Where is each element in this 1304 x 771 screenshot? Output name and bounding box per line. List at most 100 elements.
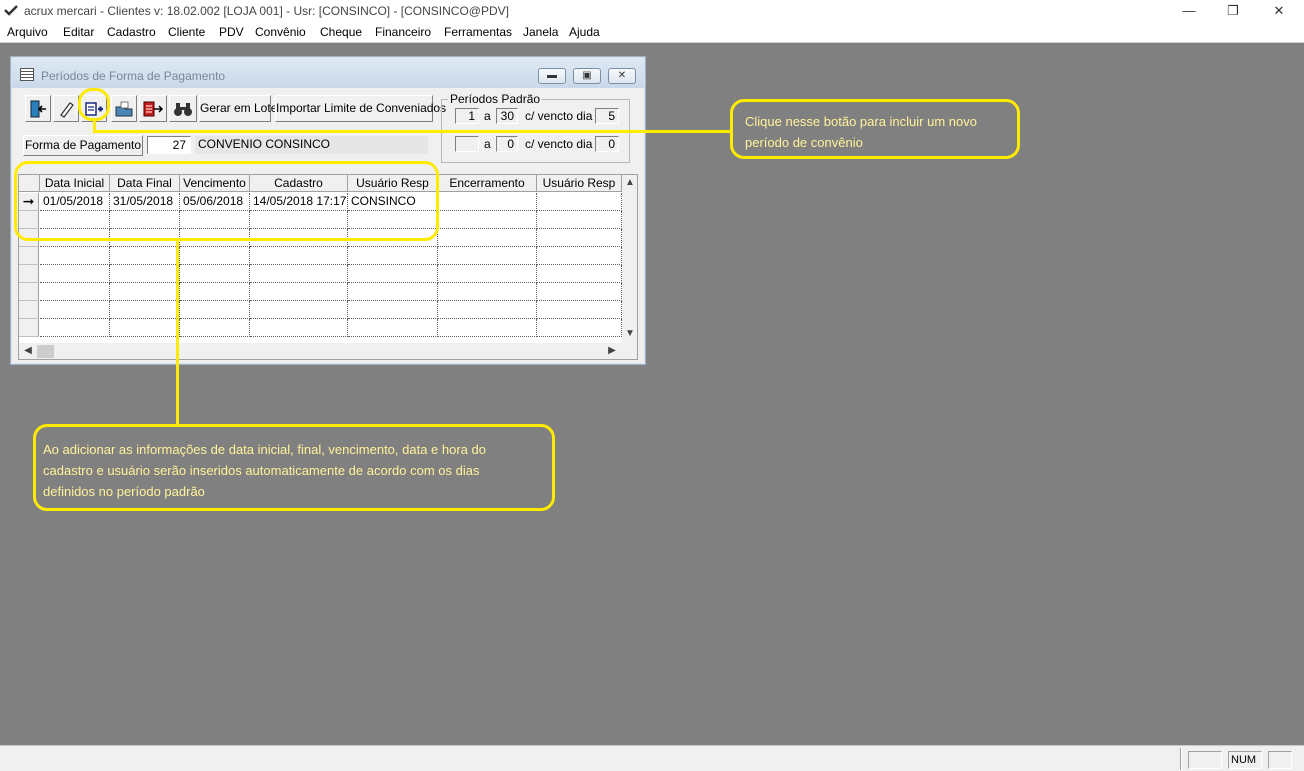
padrao-start-2[interactable] bbox=[455, 136, 479, 152]
gerar-em-lote-button[interactable]: Gerar em Lote bbox=[199, 95, 277, 122]
grid-cell[interactable] bbox=[250, 283, 348, 301]
importar-limite-button[interactable]: Importar Limite de Conveniados bbox=[275, 95, 446, 122]
grid-cell[interactable] bbox=[537, 283, 622, 301]
forma-pagamento-code[interactable]: 27 bbox=[147, 136, 191, 154]
menu-ajuda[interactable]: Ajuda bbox=[569, 25, 600, 39]
periodos-padrao-label: Períodos Padrão bbox=[448, 92, 543, 106]
grid-cell[interactable] bbox=[438, 301, 537, 319]
grid-cell[interactable] bbox=[348, 265, 438, 283]
child-restore-button[interactable]: ▣ bbox=[573, 68, 601, 84]
row-indicator[interactable] bbox=[19, 319, 39, 337]
menu-convenio[interactable]: Convênio bbox=[255, 25, 306, 39]
open-folder-button[interactable] bbox=[111, 95, 137, 122]
menu-cheque[interactable]: Cheque bbox=[320, 25, 362, 39]
menu-arquivo[interactable]: Arquivo bbox=[7, 25, 48, 39]
grid-cell[interactable] bbox=[110, 247, 180, 265]
menu-financeiro[interactable]: Financeiro bbox=[375, 25, 431, 39]
col-encerramento[interactable]: Encerramento bbox=[438, 175, 537, 192]
menu-cliente[interactable]: Cliente bbox=[168, 25, 205, 39]
grid-cell[interactable] bbox=[180, 319, 250, 337]
grid-cell[interactable] bbox=[40, 247, 110, 265]
scroll-down-icon[interactable]: ▼ bbox=[623, 327, 637, 341]
menu-editar[interactable]: Editar bbox=[63, 25, 94, 39]
grid-cell[interactable] bbox=[180, 247, 250, 265]
padrao-sep-1: a bbox=[484, 109, 491, 123]
grid-cell[interactable] bbox=[438, 319, 537, 337]
scroll-up-icon[interactable]: ▲ bbox=[623, 176, 637, 190]
grid-cell[interactable] bbox=[438, 265, 537, 283]
grid-cell[interactable] bbox=[537, 265, 622, 283]
grid-cell[interactable] bbox=[110, 265, 180, 283]
grid-cell[interactable] bbox=[537, 319, 622, 337]
callout-top: Clique nesse botão para incluir um novo … bbox=[730, 99, 1020, 159]
menu-janela[interactable]: Janela bbox=[523, 25, 558, 39]
grid-cell[interactable] bbox=[110, 283, 180, 301]
app-titlebar: acrux mercari - Clientes v: 18.02.002 [L… bbox=[0, 0, 1304, 23]
close-icon[interactable]: ✕ bbox=[1268, 2, 1290, 20]
padrao-sep-2: a bbox=[484, 137, 491, 151]
maximize-icon[interactable]: ❐ bbox=[1222, 2, 1244, 20]
grid-cell[interactable] bbox=[537, 229, 622, 247]
forma-pagamento-button[interactable]: Forma de Pagamento bbox=[23, 135, 143, 156]
grid-cell[interactable] bbox=[250, 301, 348, 319]
row-indicator[interactable] bbox=[19, 283, 39, 301]
connector-bottom bbox=[176, 241, 179, 425]
export-button[interactable] bbox=[139, 95, 167, 122]
vertical-scrollbar[interactable]: ▲ ▼ bbox=[622, 175, 637, 343]
grid-cell[interactable] bbox=[348, 283, 438, 301]
padrao-vencto-1[interactable]: 5 bbox=[595, 108, 619, 124]
exit-button[interactable] bbox=[25, 95, 51, 122]
grid-cell[interactable] bbox=[180, 301, 250, 319]
menu-cadastro[interactable]: Cadastro bbox=[107, 25, 156, 39]
padrao-end-2[interactable]: 0 bbox=[496, 136, 518, 152]
padrao-start-1[interactable]: 1 bbox=[455, 108, 479, 124]
grid-cell[interactable] bbox=[348, 319, 438, 337]
row-indicator[interactable] bbox=[19, 301, 39, 319]
grid-row-highlight bbox=[14, 161, 439, 241]
grid-cell[interactable] bbox=[537, 301, 622, 319]
grid-cell[interactable] bbox=[110, 319, 180, 337]
callout-top-text: Clique nesse botão para incluir um novo … bbox=[745, 114, 977, 150]
horizontal-scrollbar[interactable]: ◀ ▶ bbox=[19, 343, 637, 359]
grid-cell[interactable] bbox=[438, 247, 537, 265]
grid-cell[interactable] bbox=[537, 247, 622, 265]
grid-cell[interactable] bbox=[537, 193, 622, 211]
grid-cell[interactable] bbox=[348, 301, 438, 319]
scroll-right-icon[interactable]: ▶ bbox=[605, 344, 619, 358]
clear-button[interactable] bbox=[53, 95, 79, 122]
row-indicator[interactable] bbox=[19, 247, 39, 265]
search-button[interactable] bbox=[169, 95, 197, 122]
scroll-left-icon[interactable]: ◀ bbox=[21, 344, 35, 358]
eraser-icon bbox=[60, 102, 74, 118]
grid-cell[interactable] bbox=[40, 265, 110, 283]
child-minimize-button[interactable]: ▬ bbox=[538, 68, 566, 84]
padrao-end-1[interactable]: 30 bbox=[496, 108, 518, 124]
grid-cell[interactable] bbox=[438, 229, 537, 247]
padrao-vencto-2[interactable]: 0 bbox=[595, 136, 619, 152]
grid-cell[interactable] bbox=[250, 247, 348, 265]
window-table-icon bbox=[20, 68, 34, 81]
grid-cell[interactable] bbox=[40, 283, 110, 301]
grid-cell[interactable] bbox=[250, 265, 348, 283]
grid-cell[interactable] bbox=[180, 283, 250, 301]
forma-pagamento-name: CONVENIO CONSINCO bbox=[195, 136, 428, 154]
scroll-thumb[interactable] bbox=[37, 345, 54, 358]
grid-cell[interactable] bbox=[438, 193, 537, 211]
grid-cell[interactable] bbox=[438, 283, 537, 301]
grid-cell[interactable] bbox=[40, 319, 110, 337]
grid-cell[interactable] bbox=[537, 211, 622, 229]
menu-ferramentas[interactable]: Ferramentas bbox=[444, 25, 512, 39]
grid-cell[interactable] bbox=[180, 265, 250, 283]
minimize-icon[interactable]: — bbox=[1178, 2, 1200, 20]
status-num: NUM bbox=[1228, 751, 1262, 769]
grid-cell[interactable] bbox=[110, 301, 180, 319]
row-indicator[interactable] bbox=[19, 265, 39, 283]
grid-cell[interactable] bbox=[438, 211, 537, 229]
menu-pdv[interactable]: PDV bbox=[219, 25, 244, 39]
child-close-button[interactable]: ✕ bbox=[608, 68, 636, 84]
menu-bar: Arquivo Editar Cadastro Cliente PDV Conv… bbox=[0, 23, 1304, 43]
col-usuario-resp-2[interactable]: Usuário Resp bbox=[537, 175, 622, 192]
grid-cell[interactable] bbox=[250, 319, 348, 337]
grid-cell[interactable] bbox=[348, 247, 438, 265]
grid-cell[interactable] bbox=[40, 301, 110, 319]
